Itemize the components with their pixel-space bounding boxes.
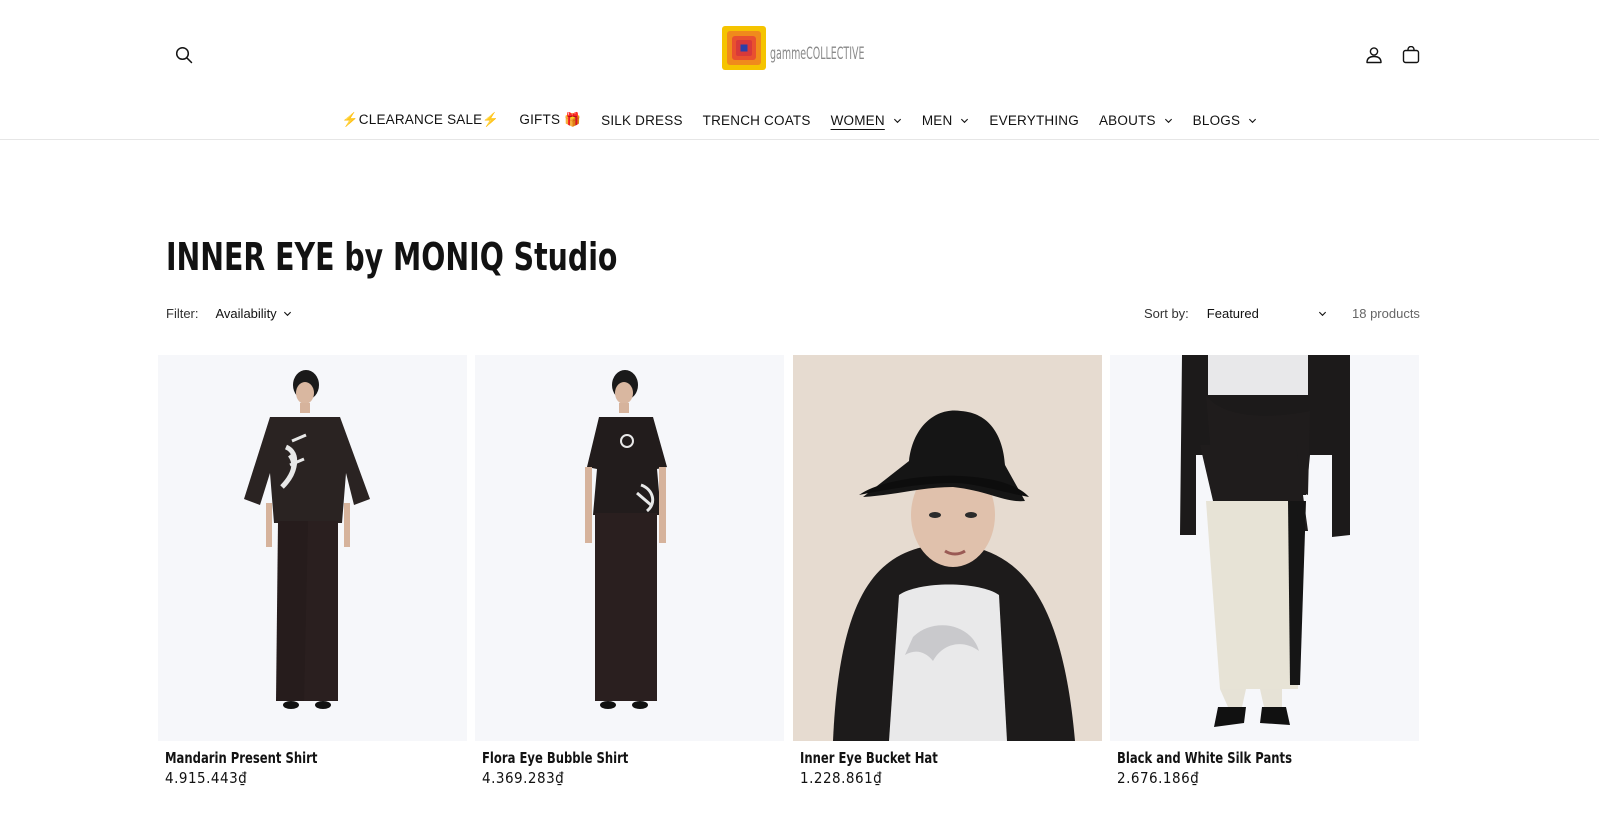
product-count: 18 products	[1352, 306, 1420, 321]
chevron-down-icon	[1164, 118, 1172, 123]
nav-item-gifts[interactable]: GIFTS 🎁	[509, 108, 591, 132]
user-icon[interactable]	[1354, 35, 1394, 75]
filter-label: Filter:	[166, 306, 199, 321]
product-image[interactable]	[158, 355, 467, 741]
product-name[interactable]: Flora Eye Bubble Shirt	[482, 749, 628, 767]
nav-item-blogs[interactable]: BLOGS	[1183, 108, 1268, 132]
product-card[interactable]: Mandarin Present Shirt 4.915.443₫	[158, 355, 467, 787]
sort-bar: Sort by: Featured	[1144, 306, 1327, 321]
nav-item-trench-coats[interactable]: TRENCH COATS	[693, 108, 821, 132]
product-price: 4.369.283₫	[482, 769, 565, 787]
nav-item-abouts[interactable]: ABOUTS	[1089, 108, 1183, 132]
chevron-down-icon	[961, 118, 969, 123]
product-card[interactable]: Black and White Silk Pants 2.676.186₫	[1110, 355, 1419, 787]
product-image[interactable]	[1110, 355, 1419, 741]
availability-filter[interactable]: Availability	[216, 306, 292, 321]
nav-item-clearance-sale[interactable]: ⚡CLEARANCE SALE⚡	[332, 108, 510, 132]
filter-bar: Filter: Availability	[166, 306, 292, 321]
product-name[interactable]: Inner Eye Bucket Hat	[800, 749, 938, 767]
product-image[interactable]	[793, 355, 1102, 741]
nav-item-silk-dress[interactable]: SILK DRESS	[591, 108, 693, 132]
product-card[interactable]: Flora Eye Bubble Shirt 4.369.283₫	[475, 355, 784, 787]
product-price: 4.915.443₫	[165, 769, 248, 787]
sort-label: Sort by:	[1144, 306, 1189, 321]
nav-item-women[interactable]: WOMEN	[821, 108, 912, 132]
product-name[interactable]: Black and White Silk Pants	[1117, 749, 1292, 767]
page-title: INNER EYE by MONIQ Studio	[166, 235, 618, 279]
sort-select[interactable]: Featured	[1207, 306, 1327, 321]
chevron-down-icon	[1249, 118, 1257, 123]
product-price: 1.228.861₫	[800, 769, 883, 787]
nav-item-everything[interactable]: EVERYTHING	[979, 108, 1089, 132]
brand-logo[interactable]: gammeCOLLECTIVE	[722, 26, 872, 86]
chevron-down-icon	[1318, 311, 1326, 317]
product-name[interactable]: Mandarin Present Shirt	[165, 749, 317, 767]
product-price: 2.676.186₫	[1117, 769, 1200, 787]
logo-text: gammeCOLLECTIVE	[770, 44, 865, 64]
product-image[interactable]	[475, 355, 784, 741]
chevron-down-icon	[893, 118, 901, 123]
sort-value: Featured	[1206, 306, 1259, 321]
cart-icon[interactable]	[1391, 35, 1431, 75]
logo-mark	[722, 26, 766, 70]
availability-filter-label: Availability	[215, 306, 277, 321]
site-header: gammeCOLLECTIVE ⚡CLEARANCE SALE⚡ GIFTS 🎁…	[0, 0, 1599, 140]
product-card[interactable]: Inner Eye Bucket Hat 1.228.861₫	[793, 355, 1102, 787]
nav-item-men[interactable]: MEN	[912, 108, 980, 132]
search-icon[interactable]	[164, 35, 204, 75]
chevron-down-icon	[283, 311, 291, 317]
main-nav: ⚡CLEARANCE SALE⚡ GIFTS 🎁 SILK DRESS TREN…	[0, 108, 1599, 132]
